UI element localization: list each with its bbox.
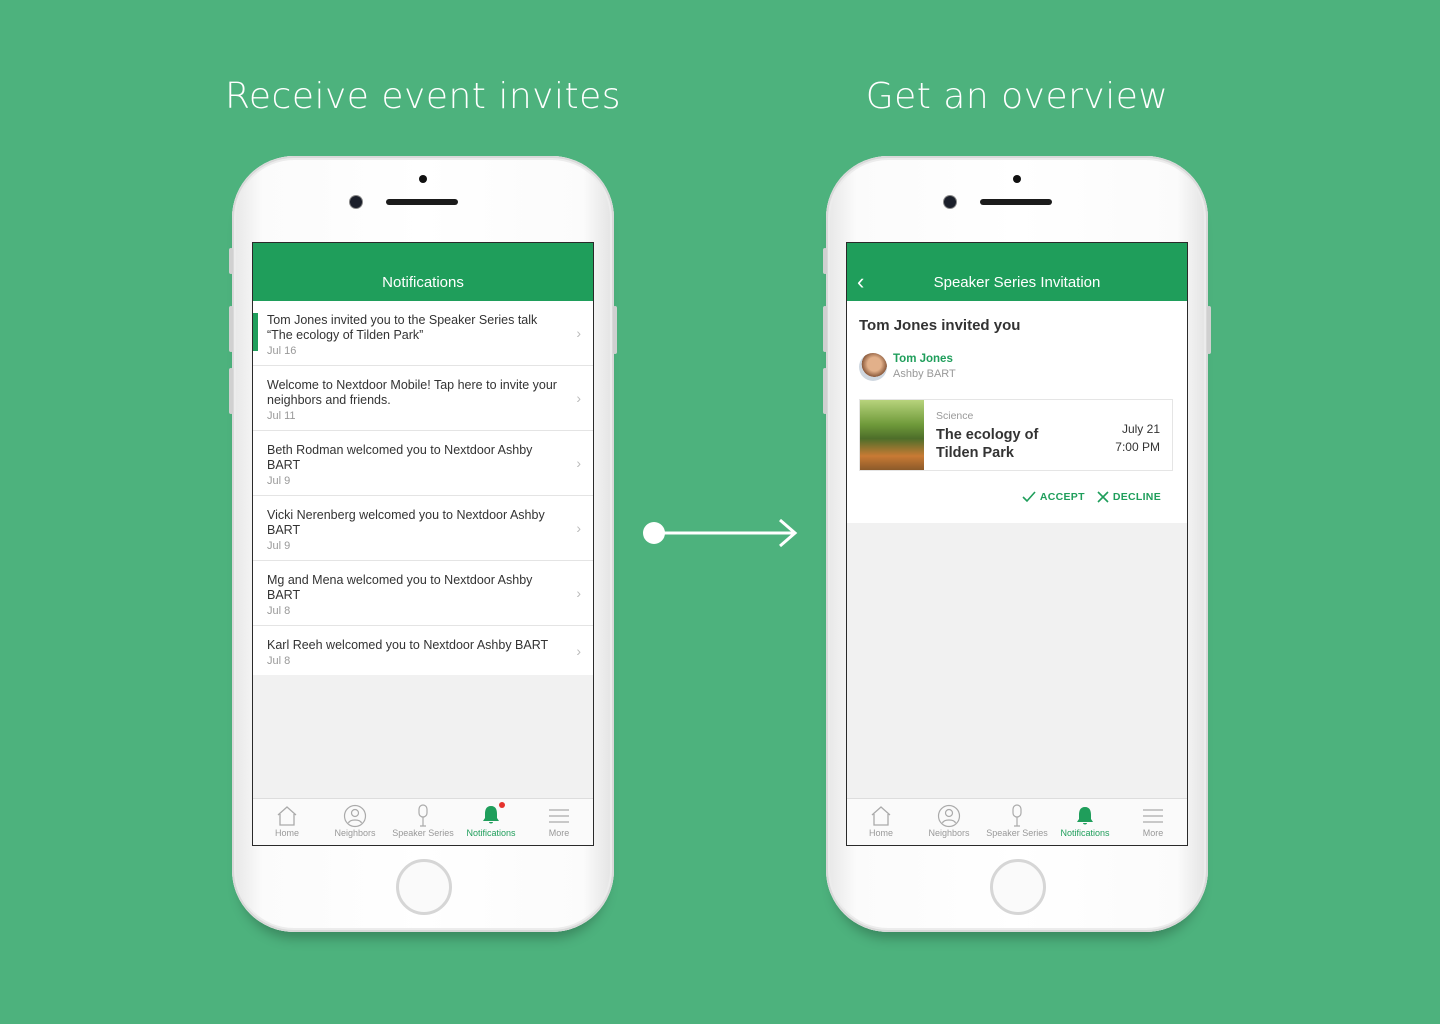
close-icon: [1097, 491, 1109, 503]
invitation-heading: Tom Jones invited you: [859, 317, 1021, 334]
nav-bar: ‹ Speaker Series Invitation: [847, 243, 1187, 301]
inviter-location: Ashby BART: [893, 368, 956, 380]
right-heading: Get an overview: [865, 76, 1169, 117]
front-camera: [944, 196, 956, 208]
event-thumbnail: [860, 400, 924, 470]
earpiece: [980, 199, 1052, 205]
tab-speaker-series[interactable]: Speaker Series: [389, 799, 457, 845]
notification-text: Welcome to Nextdoor Mobile! Tap here to …: [267, 378, 557, 407]
chevron-right-icon: ›: [576, 325, 581, 341]
tab-label: Notifications: [1060, 828, 1110, 838]
chevron-right-icon: ›: [576, 585, 581, 601]
menu-icon: [1143, 809, 1163, 823]
right-phone: ‹ Speaker Series Invitation Tom Jones in…: [823, 156, 1211, 932]
inviter-name[interactable]: Tom Jones: [893, 353, 953, 365]
notifications-screen: Notifications Tom Jones invited you to t…: [252, 242, 594, 846]
nav-bar: Notifications: [253, 243, 593, 301]
transition-arrow: [643, 518, 798, 548]
menu-icon: [549, 809, 569, 823]
home-button[interactable]: [990, 859, 1046, 915]
event-time: 7:00 PM: [1115, 440, 1160, 454]
tab-neighbors[interactable]: Neighbors: [915, 799, 983, 845]
notification-date: Jul 9: [267, 540, 291, 552]
notification-text: Mg and Mena welcomed you to Nextdoor Ash…: [267, 573, 533, 602]
chevron-right-icon: ›: [576, 520, 581, 536]
neighbors-icon: [343, 804, 367, 828]
chevron-right-icon: ›: [576, 642, 581, 659]
tab-label: Home: [274, 828, 299, 838]
nav-title: Notifications: [382, 274, 464, 291]
left-heading: Receive event invites: [224, 76, 621, 117]
notification-badge: [499, 802, 505, 808]
notification-list: Tom Jones invited you to the Speaker Ser…: [253, 301, 593, 675]
bell-icon: [1077, 807, 1093, 825]
tab-home[interactable]: Home: [847, 799, 915, 845]
notification-item[interactable]: Vicki Nerenberg welcomed you to Nextdoor…: [253, 496, 593, 561]
notification-date: Jul 16: [267, 345, 297, 357]
decline-label: DECLINE: [1112, 491, 1161, 503]
notification-date: Jul 8: [267, 655, 291, 667]
tab-notifications[interactable]: Notifications: [1051, 799, 1119, 845]
notification-text: Karl Reeh welcomed you to Nextdoor Ashby…: [267, 638, 549, 652]
home-icon: [277, 806, 297, 826]
notification-text: Beth Rodman welcomed you to Nextdoor Ash…: [267, 443, 533, 472]
accept-label: ACCEPT: [1039, 491, 1085, 503]
event-date: July 21: [1121, 422, 1160, 436]
avatar[interactable]: [859, 353, 887, 381]
tab-bar: Home Neighbors Speaker Series Notificati…: [847, 798, 1187, 845]
tab-bar: Home Neighbors Speaker Series Notificati…: [253, 798, 593, 845]
accept-button[interactable]: ACCEPT: [1022, 491, 1085, 503]
tab-label: More: [1142, 828, 1164, 838]
bell-icon: [483, 806, 499, 824]
chevron-right-icon: ›: [576, 455, 581, 471]
event-datetime: July 21 7:00 PM: [1115, 420, 1160, 456]
notification-item[interactable]: Karl Reeh welcomed you to Nextdoor Ashby…: [253, 626, 593, 675]
event-card[interactable]: Science The ecology of Tilden Park July …: [859, 399, 1173, 471]
earpiece: [386, 199, 458, 205]
notification-item[interactable]: Mg and Mena welcomed you to Nextdoor Ash…: [253, 561, 593, 626]
microphone-icon: [418, 804, 428, 827]
left-phone: Notifications Tom Jones invited you to t…: [229, 156, 617, 932]
invitation-card: Tom Jones invited you Tom Jones Ashby BA…: [847, 301, 1187, 523]
sensor-dot: [1013, 175, 1021, 183]
tab-label: More: [548, 828, 570, 838]
notification-text: Tom Jones invited you to the Speaker Ser…: [267, 313, 538, 342]
neighbors-icon: [937, 804, 961, 828]
invitation-screen: ‹ Speaker Series Invitation Tom Jones in…: [846, 242, 1188, 846]
invitation-actions: ACCEPT DECLINE: [1022, 491, 1161, 503]
event-category: Science: [936, 410, 974, 422]
notification-date: Jul 11: [267, 410, 296, 422]
tab-more[interactable]: More: [1119, 799, 1187, 845]
notification-date: Jul 9: [267, 475, 291, 487]
tab-label: Home: [868, 828, 893, 838]
tab-more[interactable]: More: [525, 799, 593, 845]
notification-item[interactable]: Tom Jones invited you to the Speaker Ser…: [253, 301, 593, 366]
notification-date: Jul 8: [267, 605, 291, 617]
notification-item[interactable]: Beth Rodman welcomed you to Nextdoor Ash…: [253, 431, 593, 496]
nav-title: Speaker Series Invitation: [933, 274, 1101, 291]
event-title: The ecology of Tilden Park: [936, 427, 1039, 461]
tab-label: Speaker Series: [986, 828, 1048, 838]
tab-label: Neighbors: [334, 828, 376, 838]
notification-item[interactable]: Welcome to Nextdoor Mobile! Tap here to …: [253, 366, 593, 431]
checkmark-icon: [1022, 491, 1036, 503]
tab-label: Speaker Series: [392, 828, 454, 838]
microphone-icon: [1012, 804, 1022, 827]
tab-label: Neighbors: [928, 828, 970, 838]
home-icon: [871, 806, 891, 826]
tab-neighbors[interactable]: Neighbors: [321, 799, 389, 845]
decline-button[interactable]: DECLINE: [1097, 491, 1161, 503]
tab-speaker-series[interactable]: Speaker Series: [983, 799, 1051, 845]
tab-home[interactable]: Home: [253, 799, 321, 845]
notification-text: Vicki Nerenberg welcomed you to Nextdoor…: [267, 508, 545, 537]
tab-notifications[interactable]: Notifications: [457, 799, 525, 845]
sensor-dot: [419, 175, 427, 183]
front-camera: [350, 196, 362, 208]
tab-label: Notifications: [466, 828, 516, 838]
home-button[interactable]: [396, 859, 452, 915]
chevron-right-icon: ›: [576, 390, 581, 406]
